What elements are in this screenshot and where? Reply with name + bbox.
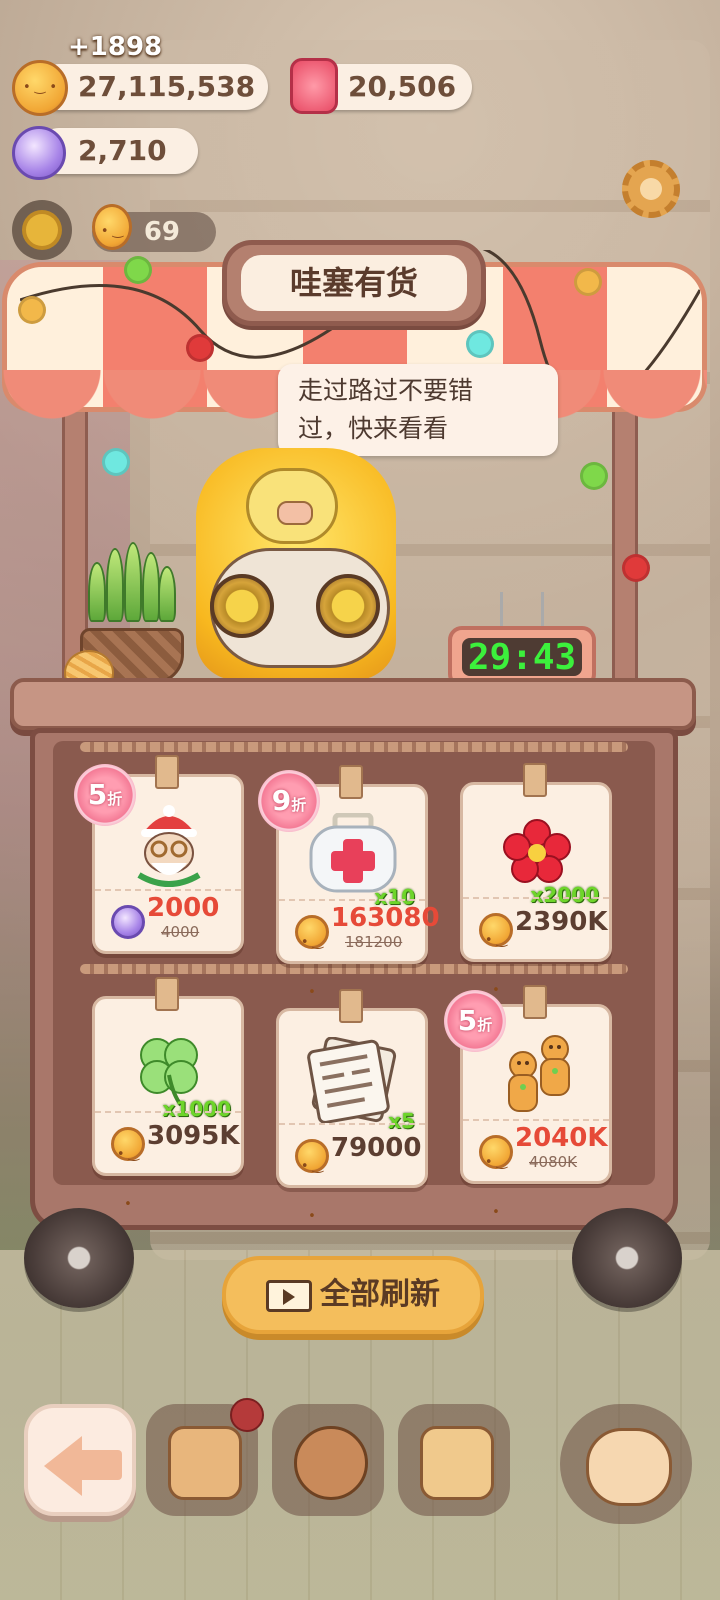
coin-icon — [295, 915, 329, 949]
gem-candy-icon — [111, 905, 145, 939]
notification-dot — [230, 1398, 264, 1432]
gems-value: 2,710 — [78, 134, 167, 167]
candles-value: 20,506 — [348, 70, 457, 103]
bulb-red — [622, 554, 650, 582]
visitor-count: 69 — [143, 217, 180, 247]
video-icon — [266, 1279, 312, 1312]
item-price: 2000 — [147, 893, 220, 923]
coin-icon — [12, 60, 68, 116]
hanging-rope-middle — [80, 964, 628, 974]
nav-stall-button[interactable] — [398, 1404, 510, 1516]
item-card-red-flower[interactable]: x2000 2390K — [460, 763, 612, 962]
stall-icon — [420, 1426, 494, 1500]
bulb-cyan — [102, 448, 130, 476]
gem-candy-icon — [12, 126, 66, 180]
coins-value: 27,115,538 — [78, 70, 256, 103]
coin-gain-label: +1898 — [68, 32, 163, 62]
stall-counter — [10, 678, 696, 730]
refresh-all-button[interactable]: 全部刷新 — [222, 1256, 484, 1334]
bulb-green — [580, 462, 608, 490]
newspaper-icon — [307, 1037, 397, 1123]
back-arrow-icon — [44, 1436, 82, 1496]
wheel-left — [24, 1208, 134, 1308]
bulb-red — [186, 334, 214, 362]
gingerbread-cookies-icon — [508, 1035, 570, 1112]
item-price: 79000 — [331, 1133, 422, 1163]
item-card-clover[interactable]: x1000 3095K — [92, 977, 244, 1176]
hanging-rope-top — [80, 742, 628, 752]
bulb-yellow — [18, 296, 46, 324]
coin-icon — [111, 1127, 145, 1161]
wheel-right — [572, 1208, 682, 1308]
shop-sign: 哇塞有货 — [222, 240, 486, 326]
bulb-green — [124, 256, 152, 284]
timer-antenna — [500, 592, 544, 628]
nav-cafe-button[interactable] — [272, 1404, 384, 1516]
refresh-all-label: 全部刷新 — [320, 1277, 440, 1312]
cat-eye-right — [316, 574, 380, 638]
speech-line-1: 走过路过不要错 — [298, 376, 474, 405]
item-price: 3095K — [147, 1121, 240, 1151]
gear-icon[interactable] — [622, 160, 680, 218]
bulb-yellow — [574, 268, 602, 296]
item-price: 2390K — [515, 907, 608, 937]
item-old-price: 181200 — [345, 933, 403, 951]
santa-grandpa-icon — [137, 805, 201, 887]
item-card-newspaper[interactable]: x5 79000 — [276, 989, 428, 1188]
fish-cat-icon — [586, 1428, 672, 1506]
discount-badge: 5折 — [444, 990, 506, 1052]
coins-counter[interactable]: 27,115,538 — [36, 64, 268, 110]
coin-icon — [479, 1135, 513, 1169]
discount-badge: 9折 — [258, 770, 320, 832]
item-old-price: 4080K — [529, 1153, 578, 1171]
bulb-cyan — [466, 330, 494, 358]
item-price: 163080 — [331, 903, 440, 933]
nav-fish-cat-button[interactable] — [560, 1404, 692, 1524]
gingerbread-icon — [92, 204, 132, 250]
back-button[interactable] — [24, 1404, 136, 1516]
shop-title: 哇塞有货 — [241, 255, 467, 311]
candle-icon — [290, 58, 338, 114]
item-old-price: 4000 — [161, 923, 200, 941]
timer-value: 29:43 — [462, 638, 582, 678]
pig-hat — [246, 468, 338, 544]
speech-line-2: 过，快来看看 — [298, 414, 449, 443]
coin-icon — [479, 913, 513, 947]
cat-eye-left — [210, 574, 274, 638]
coin-icon — [295, 1139, 329, 1173]
discount-badge: 5折 — [74, 764, 136, 826]
notebook-icon — [168, 1426, 242, 1500]
item-price: 2040K — [515, 1123, 608, 1153]
speech-bubble: 走过路过不要错 过，快来看看 — [278, 364, 558, 470]
stall-post-right — [612, 400, 638, 690]
cafe-icon — [294, 1426, 368, 1500]
